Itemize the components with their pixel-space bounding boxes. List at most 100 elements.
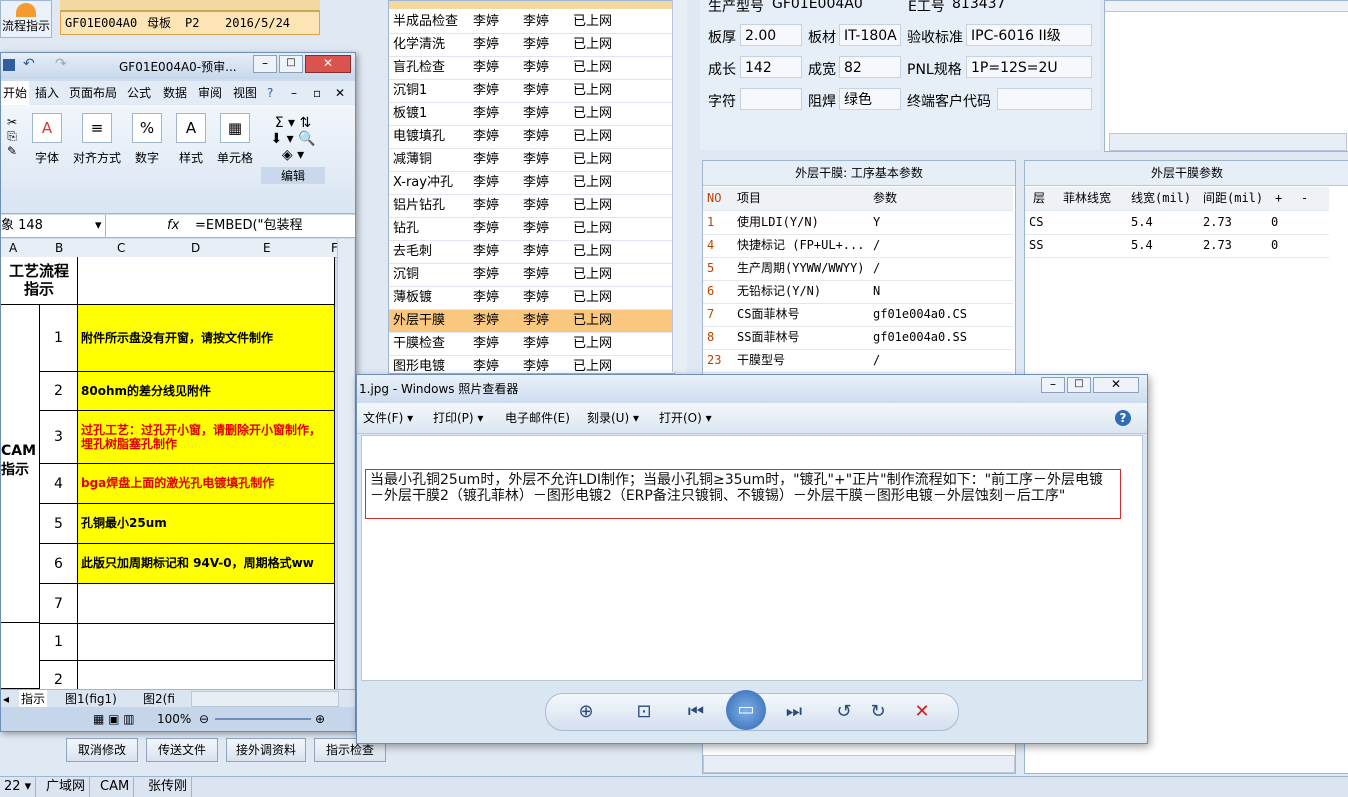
char-field[interactable]	[740, 88, 802, 110]
process-table-scrollbar[interactable]	[672, 0, 687, 372]
instruction-cell[interactable]	[78, 584, 335, 624]
delete-icon[interactable]: ✕	[908, 698, 936, 726]
font-group[interactable]: A 字体	[27, 109, 67, 189]
zoom-slider[interactable]	[215, 718, 311, 720]
process-row[interactable]: 干膜检查 李婷 李婷 已上网	[389, 333, 674, 356]
ribbon-minimize-icon[interactable]: –	[291, 81, 297, 105]
instruction-cell[interactable]: 此版只加周期标记和 94V-0，周期格式ww	[78, 544, 335, 584]
formula-input[interactable]: =EMBED("包装程	[195, 215, 303, 237]
copy-icon[interactable]: ⎘	[1, 129, 23, 144]
row-number-cell[interactable]: 6	[40, 544, 78, 584]
panel-list-hscroll[interactable]	[1109, 133, 1347, 151]
undo-icon[interactable]: ↶	[23, 56, 35, 72]
instruction-cell[interactable]	[78, 661, 335, 689]
film-row[interactable]: SS 5.4 2.73 0	[1025, 234, 1329, 258]
thickness-field[interactable]: 2.00	[740, 24, 802, 46]
tab-data[interactable]: 数据	[163, 81, 187, 105]
customer-field[interactable]	[997, 88, 1092, 110]
cut-icon[interactable]: ✂	[1, 115, 23, 129]
process-row[interactable]: 板镀1 李婷 李婷 已上网	[389, 103, 674, 126]
ribbon-close-icon[interactable]: ✕	[335, 81, 345, 105]
cancel-edit-button[interactable]: 取消修改	[66, 738, 138, 762]
next-icon[interactable]: ⏭	[780, 698, 808, 726]
autosum-icon[interactable]: Σ ▾ ⇅	[261, 115, 325, 131]
sheet-tab-instruction[interactable]: 指示	[19, 690, 48, 708]
tab-formulas[interactable]: 公式	[127, 81, 151, 105]
pnl-field[interactable]: 1P=12S=2U	[966, 56, 1092, 78]
rotate-right-icon[interactable]: ↻	[864, 698, 892, 726]
col-b[interactable]: B	[55, 239, 63, 257]
menu-print[interactable]: 打印(P) ▾	[433, 403, 483, 433]
params-hscroll[interactable]	[703, 755, 1015, 773]
process-row[interactable]: 化学清洗 李婷 李婷 已上网	[389, 34, 674, 57]
worksheet[interactable]: 工艺流程 指示 CAM 指示 1 附件所示盘没有开窗，请按文件制作 2 80ohm的差…	[1, 257, 335, 689]
minimize-button[interactable]: –	[253, 55, 277, 73]
fill-icon[interactable]: ⬇ ▾ 🔍	[261, 131, 325, 147]
name-box-dropdown-icon[interactable]: ▾	[95, 215, 102, 237]
close-button[interactable]: ✕	[305, 55, 351, 73]
process-row[interactable]: 钻孔 李婷 李婷 已上网	[389, 218, 674, 241]
process-row[interactable]: 薄板镀 李婷 李婷 已上网	[389, 287, 674, 310]
length-field[interactable]: 142	[740, 56, 802, 78]
process-row[interactable]: 沉铜 李婷 李婷 已上网	[389, 264, 674, 287]
receive-external-data-button[interactable]: 接外调资料	[226, 738, 306, 762]
sheet-tab-fig1[interactable]: 图1(fig1)	[65, 690, 117, 708]
actual-size-icon[interactable]: ⊡	[630, 698, 658, 726]
process-row[interactable]: 减薄铜 李婷 李婷 已上网	[389, 149, 674, 172]
instruction-cell[interactable]: 过孔工艺：过孔开小窗，请删除开小窗制作，埋孔树脂塞孔制作	[78, 411, 335, 464]
row-number-cell[interactable]: 7	[40, 584, 78, 624]
header-right-cell[interactable]	[78, 257, 335, 305]
clipboard-group[interactable]: ✂ ⎘ ✎	[1, 109, 23, 189]
tab-home[interactable]: 开始	[1, 81, 30, 105]
material-field[interactable]: IT-180A	[839, 24, 901, 46]
instruction-cell[interactable]: 附件所示盘没有开窗，请按文件制作	[78, 305, 335, 372]
editing-group[interactable]: Σ ▾ ⇅ ⬇ ▾ 🔍 ◈ ▾ 编辑	[261, 109, 325, 189]
save-icon[interactable]	[3, 59, 15, 71]
process-row[interactable]: 图形电镀 李婷 李婷 已上网	[389, 356, 674, 373]
menu-open[interactable]: 打开(O) ▾	[659, 403, 712, 433]
rotate-left-icon[interactable]: ↺	[830, 698, 858, 726]
instruction-cell[interactable]: 孔铜最小25um	[78, 504, 335, 544]
sheet-tab-fig2[interactable]: 图2(fi	[143, 690, 175, 708]
sheet-vscroll[interactable]	[337, 239, 354, 689]
taskbar-item-user[interactable]: 张传刚	[144, 777, 193, 797]
row-number-cell[interactable]: 4	[40, 464, 78, 504]
param-row[interactable]: 6 无铅标记(Y/N) N	[703, 280, 1013, 304]
mask-field[interactable]: 绿色	[839, 88, 901, 110]
taskbar-item-page[interactable]: 22 ▾	[0, 777, 37, 797]
col-a[interactable]: A	[9, 239, 17, 257]
zoom-out-icon[interactable]: ⊖	[199, 707, 209, 731]
film-row[interactable]: CS 5.4 2.73 0	[1025, 211, 1329, 235]
col-e[interactable]: E	[263, 239, 271, 257]
taskbar-item-wan[interactable]: 广域网	[42, 777, 91, 797]
row-number-cell[interactable]: 1	[40, 305, 78, 372]
row-number-cell[interactable]: 3	[40, 411, 78, 464]
width-field[interactable]: 82	[839, 56, 901, 78]
next-section-cell[interactable]	[1, 623, 40, 689]
viewer-help-icon[interactable]: ?	[1115, 410, 1131, 426]
viewer-maximize-button[interactable]: □	[1067, 377, 1091, 393]
param-row[interactable]: 7 CS面菲林号 gf01e004a0.CS	[703, 303, 1013, 327]
send-file-button[interactable]: 传送文件	[146, 738, 218, 762]
cam-instruction-cell[interactable]: CAM 指示	[1, 305, 40, 623]
styles-group[interactable]: A 样式	[171, 109, 211, 189]
menu-email[interactable]: 电子邮件(E)	[505, 403, 570, 433]
row-number-cell[interactable]: 2	[40, 372, 78, 411]
tab-view[interactable]: 视图	[233, 81, 257, 105]
help-icon[interactable]: ?	[267, 81, 273, 105]
param-row[interactable]: 8 SS面菲林号 gf01e004a0.SS	[703, 326, 1013, 350]
flow-instruction-button[interactable]: 流程指示	[0, 0, 52, 38]
format-painter-icon[interactable]: ✎	[1, 144, 23, 158]
redo-icon[interactable]: ↷	[55, 56, 67, 72]
tab-review[interactable]: 审阅	[198, 81, 222, 105]
viewer-close-button[interactable]: ✕	[1093, 377, 1139, 393]
slideshow-icon[interactable]: ▭	[726, 690, 766, 730]
sheet-hscroll[interactable]	[191, 691, 339, 707]
top-list-row[interactable]: GF01E004A0 母板 P2 2016/5/24	[60, 11, 320, 35]
param-row[interactable]: 1 使用LDI(Y/N) Y	[703, 211, 1013, 235]
menu-burn[interactable]: 刻录(U) ▾	[587, 403, 639, 433]
process-row[interactable]: 去毛刺 李婷 李婷 已上网	[389, 241, 674, 264]
maximize-button[interactable]: □	[279, 55, 303, 73]
instruction-cell[interactable]	[78, 623, 335, 661]
param-row[interactable]: 4 快捷标记 (FP+UL+... /	[703, 234, 1013, 258]
